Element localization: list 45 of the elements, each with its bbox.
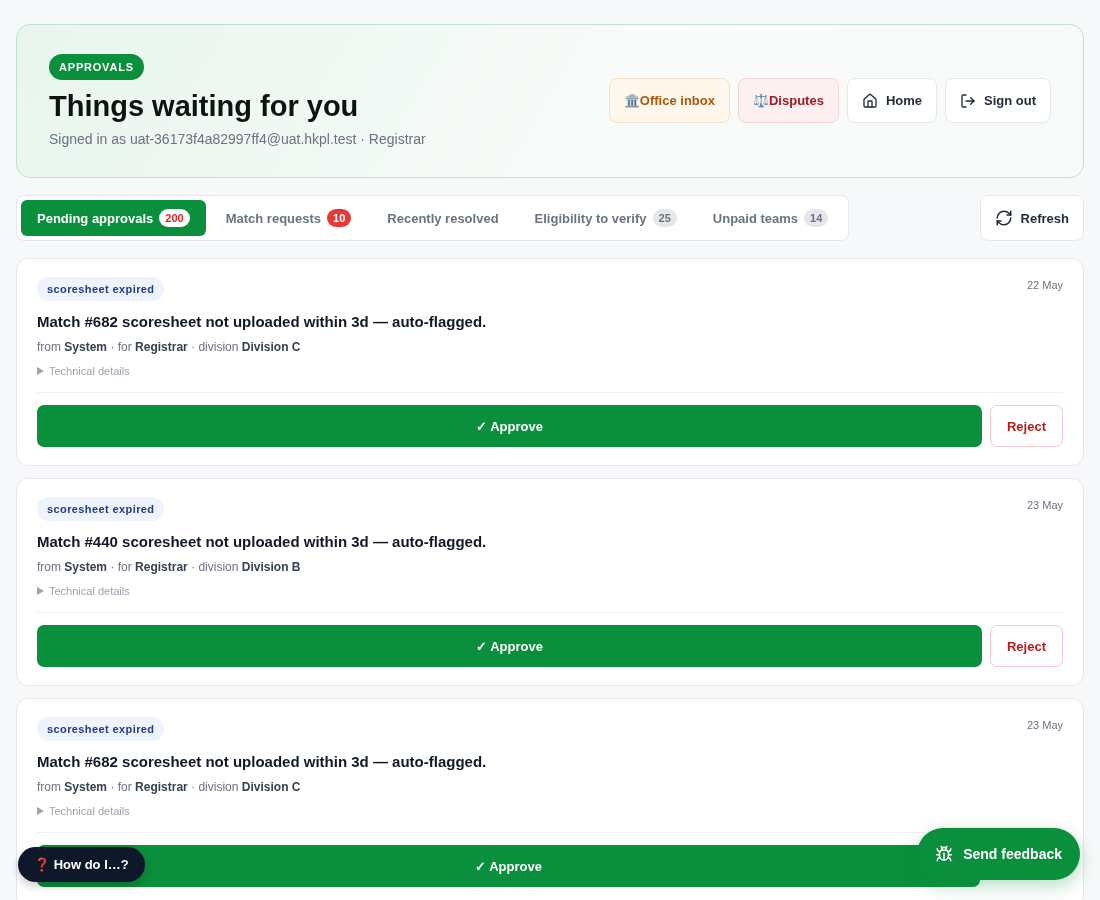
page-title: Things waiting for you — [49, 90, 359, 123]
help-button[interactable]: ❓ How do I…? — [18, 847, 145, 882]
reject-button[interactable]: Reject — [990, 625, 1063, 667]
status-tag: scoresheet expired — [37, 497, 165, 521]
tab[interactable]: Unpaid teams 14 — [696, 200, 845, 236]
count-badge: 25 — [652, 209, 677, 227]
signed-in-text: Signed in as uat-36173f4a82997ff4@uat.hkpl.test · Registrar — [49, 131, 426, 147]
count-badge: 14 — [804, 209, 829, 227]
count-badge: 10 — [327, 209, 352, 227]
tab[interactable]: Eligibility to verify 25 — [518, 200, 693, 236]
tab[interactable]: Match requests 10 — [209, 200, 368, 236]
tab[interactable]: Recently resolved — [371, 200, 515, 236]
approval-title: Match #682 scoresheet not uploaded within 3d — auto-flagged. — [37, 313, 488, 330]
status-tag: scoresheet expired — [37, 277, 165, 301]
reject-button[interactable]: Reject — [990, 405, 1063, 447]
refresh-icon — [994, 209, 1013, 227]
approval-title: Match #682 scoresheet not uploaded within 3d — auto-flagged. — [37, 753, 488, 770]
sign-out-icon — [960, 92, 976, 109]
disputes-button[interactable]: ⚖Disputes — [737, 78, 839, 123]
approve-button[interactable]: ✓ Approve — [37, 405, 982, 447]
home-icon — [861, 92, 878, 109]
date-text: 23 May — [1026, 719, 1063, 731]
approval-title: Match #440 scoresheet not uploaded within 3d — auto-flagged. — [37, 533, 488, 550]
triangle-icon[interactable] — [37, 367, 44, 375]
tab[interactable]: Pending approvals 200 — [21, 200, 206, 236]
signout-button[interactable]: Sign out — [945, 78, 1051, 123]
date-text: 23 May — [1026, 499, 1063, 511]
date-text: 22 May — [1026, 279, 1063, 291]
meta-text: from System · for Registrar · division Division C — [37, 340, 302, 354]
office-button[interactable]: 🏛Office inbox — [608, 78, 730, 123]
bug-icon — [935, 845, 954, 863]
count-badge: 200 — [159, 209, 190, 227]
technical-details-toggle[interactable]: Technical details — [49, 585, 130, 597]
send-feedback-button[interactable]: Send feedback — [917, 828, 1080, 880]
home-button[interactable]: Home — [846, 78, 937, 123]
triangle-icon[interactable] — [37, 807, 44, 815]
triangle-icon[interactable] — [37, 587, 44, 595]
meta-text: from System · for Registrar · division Division C — [37, 780, 302, 794]
technical-details-toggle[interactable]: Technical details — [49, 365, 130, 377]
section-badge: APPROVALS — [49, 54, 144, 80]
refresh-button[interactable]: Refresh — [979, 195, 1084, 241]
status-tag: scoresheet expired — [37, 717, 165, 741]
approve-button[interactable]: ✓ Approve — [37, 625, 982, 667]
meta-text: from System · for Registrar · division Division B — [37, 560, 302, 574]
technical-details-toggle[interactable]: Technical details — [49, 805, 130, 817]
